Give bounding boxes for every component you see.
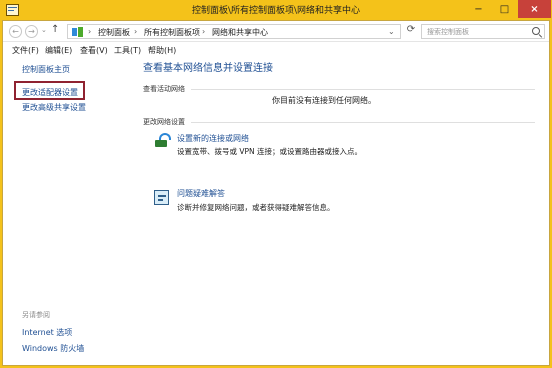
menu-file[interactable]: 文件(F) [12,45,39,56]
section-divider [191,122,535,123]
forward-button[interactable]: → [25,25,38,38]
network-sharing-window: 控制面板\所有控制面板项\网络和共享中心 − □ × ← → ⌄ ↑ › 控制面… [0,0,552,368]
address-bar[interactable]: › 控制面板 › 所有控制面板项 › 网络和共享中心 ⌄ [67,24,401,39]
menu-edit[interactable]: 编辑(E) [45,45,72,56]
troubleshoot-link[interactable]: 问题疑难解答 [177,188,225,199]
left-task-pane: 控制面板主页 更改适配器设置 更改高级共享设置 另请参阅 Internet 选项… [3,58,129,365]
search-input[interactable]: 搜索控制面板 [421,24,545,39]
network-setup-icon [154,133,171,148]
active-networks-heading: 查看活动网络 [143,85,185,93]
breadcrumb-control-panel[interactable]: 控制面板 [98,27,130,38]
breadcrumb-separator: › [134,27,138,36]
menu-help[interactable]: 帮助(H) [148,45,176,56]
setup-connection-link[interactable]: 设置新的连接或网络 [177,133,249,144]
sidebar-item-advanced-sharing[interactable]: 更改高级共享设置 [22,102,86,113]
minimize-button[interactable]: − [466,0,491,18]
maximize-button[interactable]: □ [492,0,517,18]
change-network-settings-heading: 更改网络设置 [143,118,185,126]
sidebar-item-windows-firewall[interactable]: Windows 防火墙 [22,343,84,354]
navigation-bar: ← → ⌄ ↑ › 控制面板 › 所有控制面板项 › 网络和共享中心 ⌄ ⟳ 搜… [3,21,549,42]
back-button[interactable]: ← [9,25,22,38]
menu-bar: 文件(F) 编辑(E) 查看(V) 工具(T) 帮助(H) [3,43,549,58]
troubleshoot-description: 诊断并修复网络问题，或者获得疑难解答信息。 [177,203,335,212]
close-button[interactable]: × [518,0,551,18]
breadcrumb-network-center[interactable]: 网络和共享中心 [212,27,268,38]
sidebar-item-change-adapter[interactable]: 更改适配器设置 [22,87,78,98]
see-also-heading: 另请参阅 [22,311,50,319]
up-button[interactable]: ↑ [51,24,59,35]
menu-view[interactable]: 查看(V) [80,45,108,56]
troubleshoot-icon [154,190,169,205]
breadcrumb-separator: › [202,27,206,36]
address-dropdown-icon[interactable]: ⌄ [388,27,395,36]
main-content: 查看基本网络信息并设置连接 查看活动网络 你目前没有连接到任何网络。 更改网络设… [129,58,549,365]
no-network-message: 你目前没有连接到任何网络。 [272,96,376,105]
setup-connection-description: 设置宽带、拨号或 VPN 连接；或设置路由器或接入点。 [177,147,363,156]
recent-locations-dropdown[interactable]: ⌄ [41,26,47,34]
sidebar-item-home[interactable]: 控制面板主页 [22,64,70,75]
search-placeholder: 搜索控制面板 [427,28,469,36]
menu-tools[interactable]: 工具(T) [114,45,141,56]
section-divider [191,89,535,90]
breadcrumb-all-items[interactable]: 所有控制面板项 [144,27,200,38]
search-icon[interactable] [532,27,540,35]
sidebar-item-internet-options[interactable]: Internet 选项 [22,327,72,338]
page-title: 查看基本网络信息并设置连接 [143,63,273,74]
control-panel-icon [72,27,83,37]
window-content: ← → ⌄ ↑ › 控制面板 › 所有控制面板项 › 网络和共享中心 ⌄ ⟳ 搜… [2,20,550,366]
refresh-button[interactable]: ⟳ [405,24,417,39]
title-bar[interactable]: 控制面板\所有控制面板项\网络和共享中心 − □ × [0,0,552,20]
breadcrumb-separator: › [88,27,92,36]
